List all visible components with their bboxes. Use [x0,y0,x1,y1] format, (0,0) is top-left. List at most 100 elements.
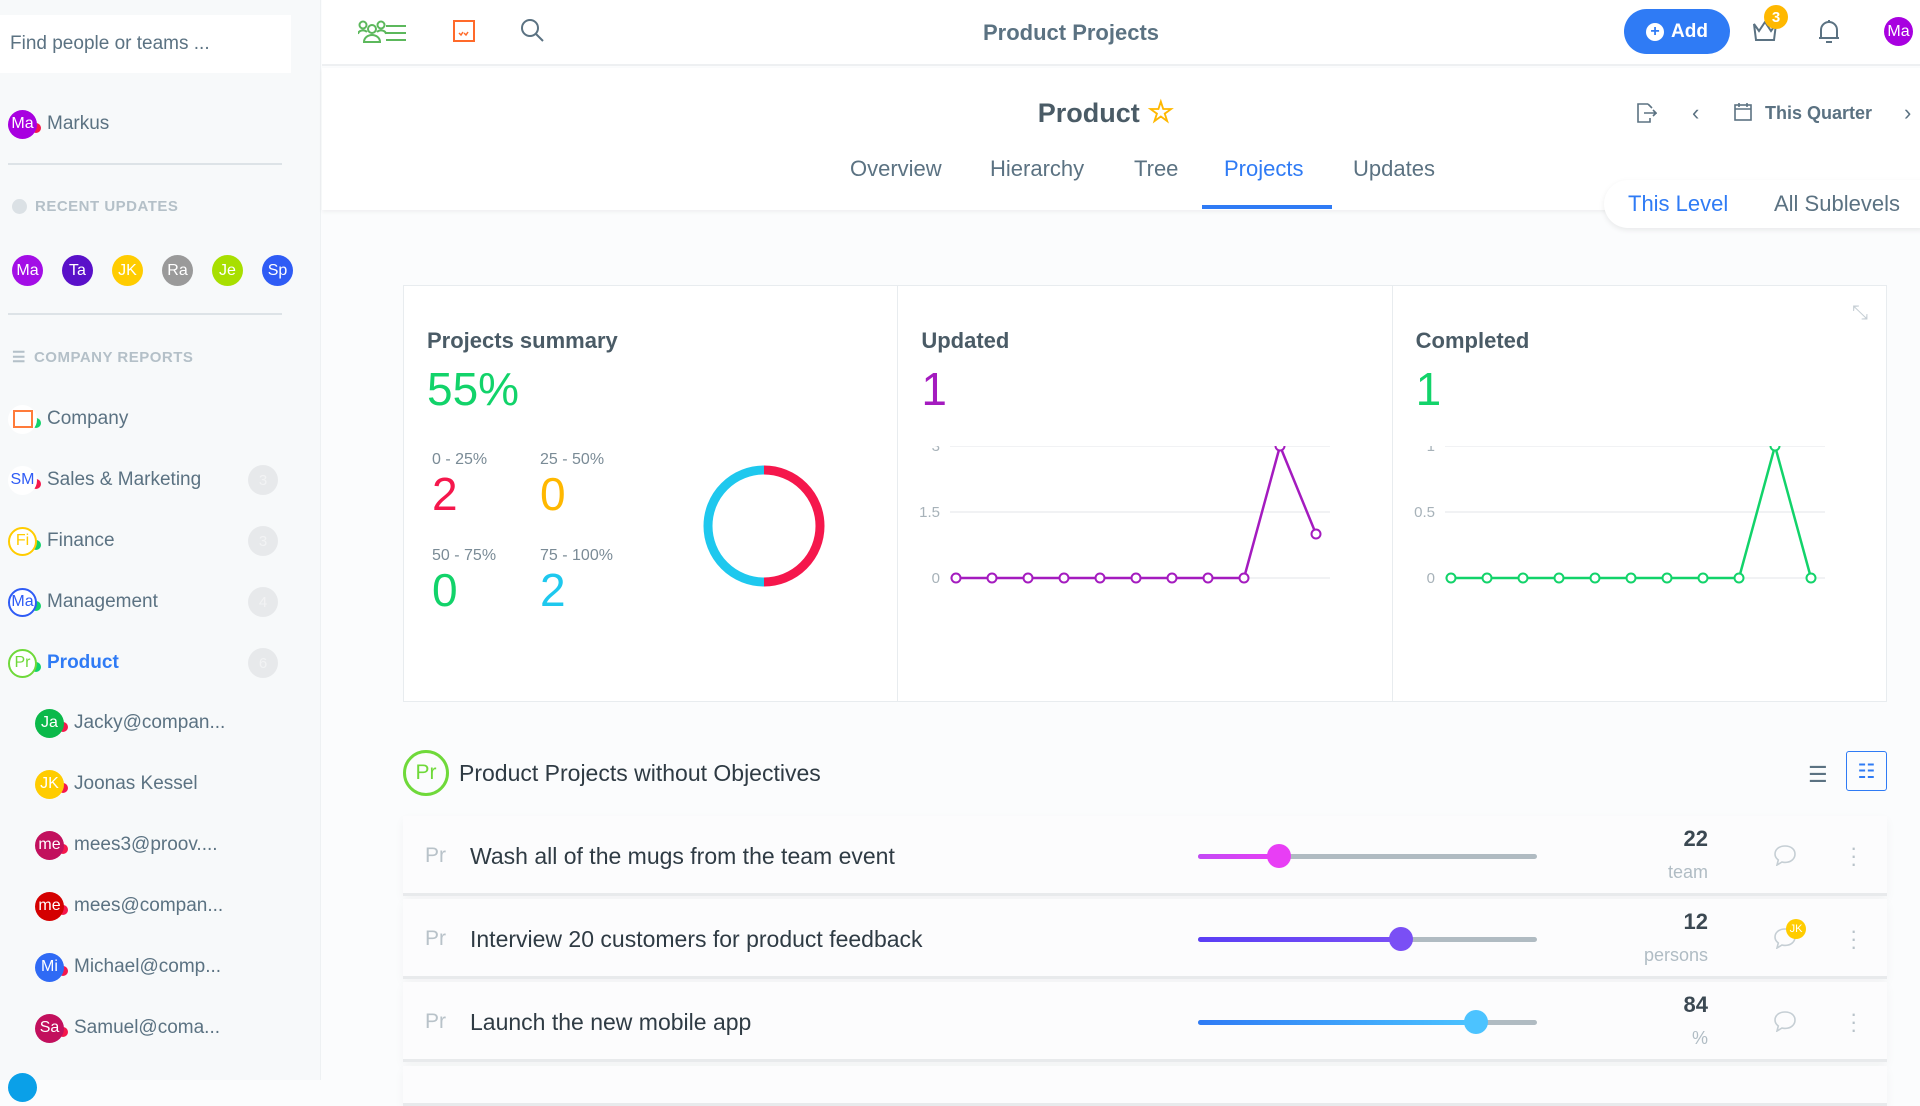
progress-fill [1198,1020,1476,1025]
completed-card: Completed 1 0 0.5 1 ⤡ [1393,286,1886,701]
sidebar-item-label: Company [47,408,129,429]
y-tick-label: 1 [1426,446,1434,455]
sidebar-item-label: Management [47,591,158,612]
this-level-button[interactable]: This Level [1628,191,1728,217]
avatar[interactable]: Je [212,255,243,286]
team-avatar: Pr [8,648,37,678]
sidebar-user[interactable]: Ma Markus [8,106,278,142]
table-row[interactable]: Pr Interview 20 customers for product fee… [403,899,1887,979]
sidebar-item-finance[interactable]: Fi Finance 3 [8,523,278,559]
more-options-icon[interactable]: · · · [1850,920,1857,958]
period-selector[interactable]: This Quarter [1765,103,1872,124]
list-icon: ☰ [12,349,26,366]
sidebar-member[interactable]: me mees@compan... [35,888,305,924]
avatar: Ma [8,109,37,139]
comment-icon[interactable] [1773,844,1797,871]
progress-slider[interactable] [1198,844,1537,868]
progress-slider[interactable] [1198,927,1537,951]
data-point [1094,572,1106,584]
sidebar-member[interactable]: me mees3@proov.... [35,827,305,863]
level-toggle: This Level All Sublevels [1604,180,1920,228]
sidebar-member[interactable]: Ja Jacky@compan... [35,705,305,741]
data-point [1166,572,1178,584]
export-icon[interactable] [1635,102,1657,124]
avatar[interactable]: JK [112,255,143,286]
project-name[interactable]: Launch the new mobile app [470,1009,751,1036]
slider-handle[interactable] [1267,844,1292,868]
y-tick-label: 0 [1426,570,1434,587]
tab-projects[interactable]: Projects [1224,156,1303,182]
sidebar-member[interactable]: JK Joonas Kessel [35,766,305,802]
project-name[interactable]: Interview 20 customers for product feedb… [470,926,923,953]
sidebar-item-sales-marketing[interactable]: SM Sales & Marketing 3 [8,462,278,498]
table-row[interactable] [403,1066,1887,1106]
data-point [1553,572,1565,584]
collapse-icon[interactable]: ⤡ [1852,302,1868,325]
team-avatar: Fi [8,526,37,556]
all-sublevels-button[interactable]: All Sublevels [1774,191,1900,217]
tree-view-button[interactable]: ☷ [1846,751,1887,791]
data-point [1625,572,1637,584]
add-button[interactable]: + Add [1624,9,1730,54]
table-row[interactable]: Pr Wash all of the mugs from the team eve… [403,816,1887,896]
avatar[interactable]: Sp [262,255,293,286]
data-point [1274,446,1286,452]
card-title: Updated [921,328,1010,353]
bucket-value: 2 [432,468,458,520]
completed-chart: 00.51 [1414,446,1825,587]
y-tick-label: 0 [932,570,940,587]
y-tick-label: 0.5 [1414,504,1435,521]
table-row[interactable]: Pr Launch the new mobile app 84% · · · [403,982,1887,1062]
member-name: mees3@proov.... [74,834,218,855]
count-badge: 6 [248,648,278,678]
comment-icon[interactable] [1773,1010,1797,1037]
project-prefix: Pr [425,927,446,950]
bell-icon[interactable] [1818,19,1840,45]
prev-period-button[interactable]: ‹ [1692,100,1699,126]
tab-tree[interactable]: Tree [1134,156,1178,182]
top-bar: Product Projects + Add 3 Ma [322,0,1920,66]
sidebar-item-company[interactable]: Company [8,401,278,437]
avatar[interactable]: Ra [162,255,193,286]
user-avatar[interactable]: Ma [1884,17,1913,46]
commenter-avatar: JK [1786,919,1806,939]
more-options-icon[interactable]: · · · [1850,1003,1857,1041]
progress-donut [703,465,825,587]
divider [8,313,282,315]
avatar[interactable]: Ma [12,255,43,286]
tab-updates[interactable]: Updates [1353,156,1435,182]
tab-overview[interactable]: Overview [850,156,942,182]
avatar: Mi [35,952,64,982]
data-point [1202,572,1214,584]
list-view-button[interactable]: ☰ [1808,762,1828,788]
sidebar-member[interactable]: Sa Samuel@coma... [35,1010,305,1046]
tab-hierarchy[interactable]: Hierarchy [990,156,1084,182]
search-input[interactable] [0,15,291,73]
star-icon[interactable]: ☆ [1147,96,1174,129]
sidebar-item-product[interactable]: Pr Product 6 [8,645,278,681]
next-period-button[interactable]: › [1904,100,1911,126]
chart-icon [8,404,37,434]
slider-handle[interactable] [1463,1010,1488,1034]
project-name[interactable]: Wash all of the mugs from the team event [470,843,895,870]
progress-value: 12 [1683,909,1708,934]
sidebar: Ma Markus RECENT UPDATES MaTaJKRaJeSp ☰C… [0,0,321,1102]
updated-card: Updated 1 0 1.5 3 [898,286,1393,701]
sidebar-member[interactable]: Mi Michael@comp... [35,949,305,985]
bucket-value: 0 [540,468,566,520]
count-badge: 4 [248,587,278,617]
slider-handle[interactable] [1389,927,1414,951]
member-name: Michael@comp... [74,956,222,977]
progress-slider[interactable] [1198,1010,1537,1034]
data-point [1022,572,1034,584]
avatar[interactable]: Ta [62,255,93,286]
data-point [986,572,998,584]
section-header: Pr Product Projects without Objectives [403,750,821,796]
sidebar-item-management[interactable]: Ma Management 4 [8,584,278,620]
more-options-icon[interactable]: · · · [1850,837,1857,875]
member-name: Jacky@compan... [74,712,226,733]
data-point [1517,572,1529,584]
progress-fill [1198,937,1402,942]
count-badge: 3 [248,465,278,495]
team-avatar: Pr [403,750,449,796]
